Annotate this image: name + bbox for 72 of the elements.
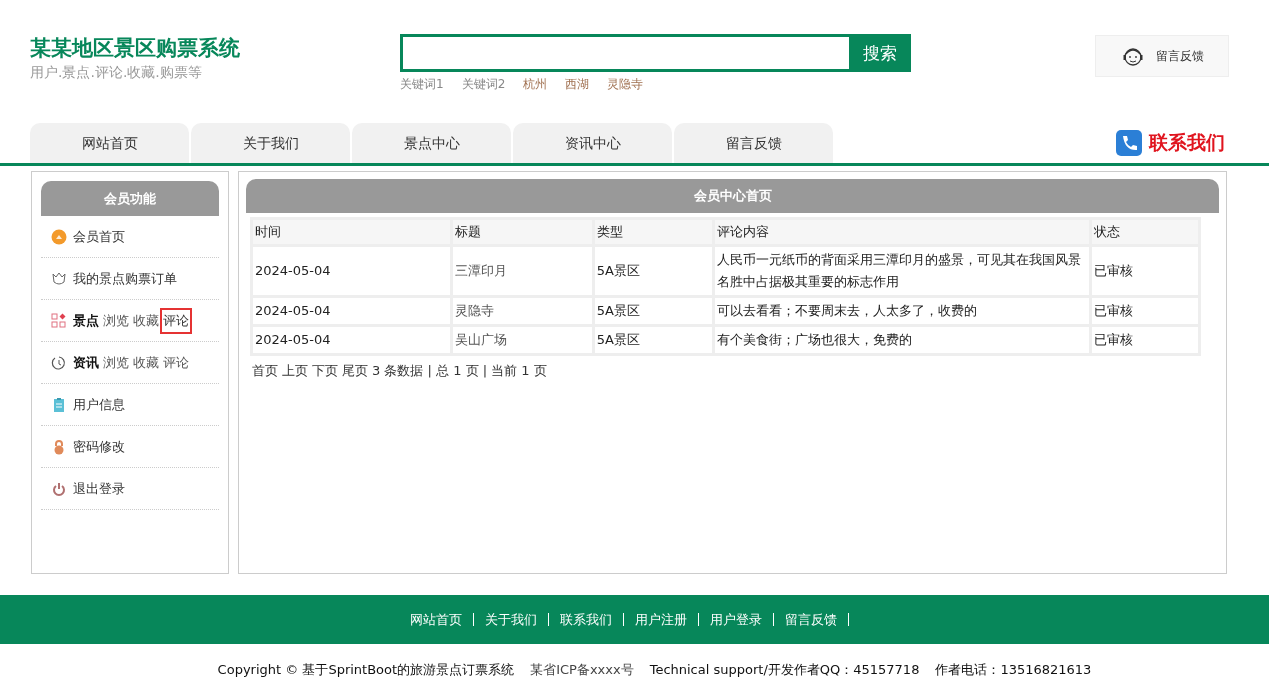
footer-link[interactable]: 留言反馈 [784, 610, 837, 629]
table-cell: 可以去看看；不要周末去，人太多了，收费的 [714, 298, 1089, 324]
footer-link[interactable]: 联系我们 [559, 610, 612, 629]
pager-link[interactable]: 首页 [252, 362, 278, 380]
nav-tab[interactable]: 资讯中心 [513, 123, 672, 163]
phone-icon [1115, 129, 1143, 157]
sidebar-header: 会员功能 [41, 181, 219, 216]
table-cell: 5A景区 [594, 298, 712, 324]
copyright-text: Copyright © 基于SprintBoot的旅游景点订票系统 [217, 661, 515, 679]
nav-tab[interactable]: 关于我们 [191, 123, 350, 163]
sidebar-sublink[interactable]: 收藏 [133, 310, 159, 331]
keyword-link[interactable]: 西湖 [565, 76, 590, 93]
keyword-link[interactable]: 关键词2 [461, 76, 506, 93]
clipboard-icon [51, 396, 67, 413]
sidebar-sublink[interactable]: 浏览 [103, 352, 129, 373]
nav-tab[interactable]: 留言反馈 [674, 123, 833, 163]
column-header: 状态 [1091, 220, 1198, 244]
footer-link[interactable]: 关于我们 [484, 610, 537, 629]
search-field[interactable] [400, 34, 849, 72]
keyword-link[interactable]: 灵隐寺 [607, 76, 644, 93]
power-icon [51, 480, 67, 497]
pager-link[interactable]: 上页 [282, 362, 308, 380]
keyword-link[interactable]: 杭州 [523, 76, 548, 93]
record-count-text: 3 条数据 | 总 1 页 | 当前 1 页 [372, 362, 547, 380]
nav-tab[interactable]: 网站首页 [30, 123, 189, 163]
column-header: 时间 [253, 220, 450, 244]
table-cell: 5A景区 [594, 247, 712, 295]
footer-link[interactable]: 用户注册 [634, 610, 687, 629]
contact-us-link[interactable]: 联系我们 [1149, 130, 1225, 156]
table-cell: 吴山广场 [453, 327, 592, 353]
table-cell: 2024-05-04 [253, 327, 450, 353]
column-header: 类型 [594, 220, 712, 244]
footer-link[interactable]: 网站首页 [409, 610, 462, 629]
sidebar-link[interactable]: 景点 [73, 311, 99, 330]
icp-text: 某省ICP备xxxx号 [530, 661, 634, 679]
phone-text: 作者电话：13516821613 [935, 661, 1092, 679]
support-text: Technical support/开发作者QQ：45157718 [649, 661, 920, 679]
table-cell: 人民币一元纸币的背面采用三潭印月的盛景，可见其在我国风景名胜中占据极其重要的标志作用 [714, 247, 1089, 295]
nav-tab[interactable]: 景点中心 [352, 123, 511, 163]
sidebar-link[interactable]: 资讯 [73, 353, 99, 372]
site-subtitle: 用户.景点.评论.收藏.购票等 [30, 64, 203, 82]
table-cell: 灵隐寺 [453, 298, 592, 324]
clock-icon [51, 354, 67, 371]
table-cell: 三潭印月 [453, 247, 592, 295]
home-icon [51, 228, 67, 245]
table-cell: 有个美食街；广场也很大，免费的 [714, 327, 1089, 353]
sidebar-link[interactable]: 用户信息 [73, 395, 125, 414]
grid-icon [51, 312, 67, 329]
sidebar-link[interactable]: 退出登录 [73, 479, 125, 498]
table-cell: 2024-05-04 [253, 247, 450, 295]
sidebar-sublink[interactable]: 评论 [163, 310, 189, 331]
column-header: 标题 [453, 220, 592, 244]
search-button[interactable]: 搜索 [849, 34, 911, 72]
column-header: 评论内容 [714, 220, 1089, 244]
pager-link[interactable]: 下页 [312, 362, 338, 380]
sidebar-link[interactable]: 我的景点购票订单 [73, 269, 177, 288]
table-cell: 已审核 [1091, 298, 1198, 324]
sidebar-link[interactable]: 密码修改 [73, 437, 125, 456]
sidebar-sublink[interactable]: 收藏 [133, 352, 159, 373]
site-title: 某某地区景区购票系统 [30, 35, 241, 62]
table-cell: 2024-05-04 [253, 298, 450, 324]
feedback-button[interactable]: 留言反馈 [1095, 35, 1229, 77]
table-cell: 已审核 [1091, 247, 1198, 295]
table-cell: 5A景区 [594, 327, 712, 353]
keyword-link[interactable]: 关键词1 [400, 76, 444, 93]
pager-link[interactable]: 尾页 [342, 362, 368, 380]
panel-header: 会员中心首页 [246, 179, 1219, 213]
footer-link[interactable]: 用户登录 [709, 610, 762, 629]
sidebar-sublink[interactable]: 浏览 [103, 310, 129, 331]
sidebar-sublink[interactable]: 评论 [163, 352, 189, 373]
sidebar-link[interactable]: 会员首页 [73, 227, 125, 246]
table-cell: 已审核 [1091, 327, 1198, 353]
